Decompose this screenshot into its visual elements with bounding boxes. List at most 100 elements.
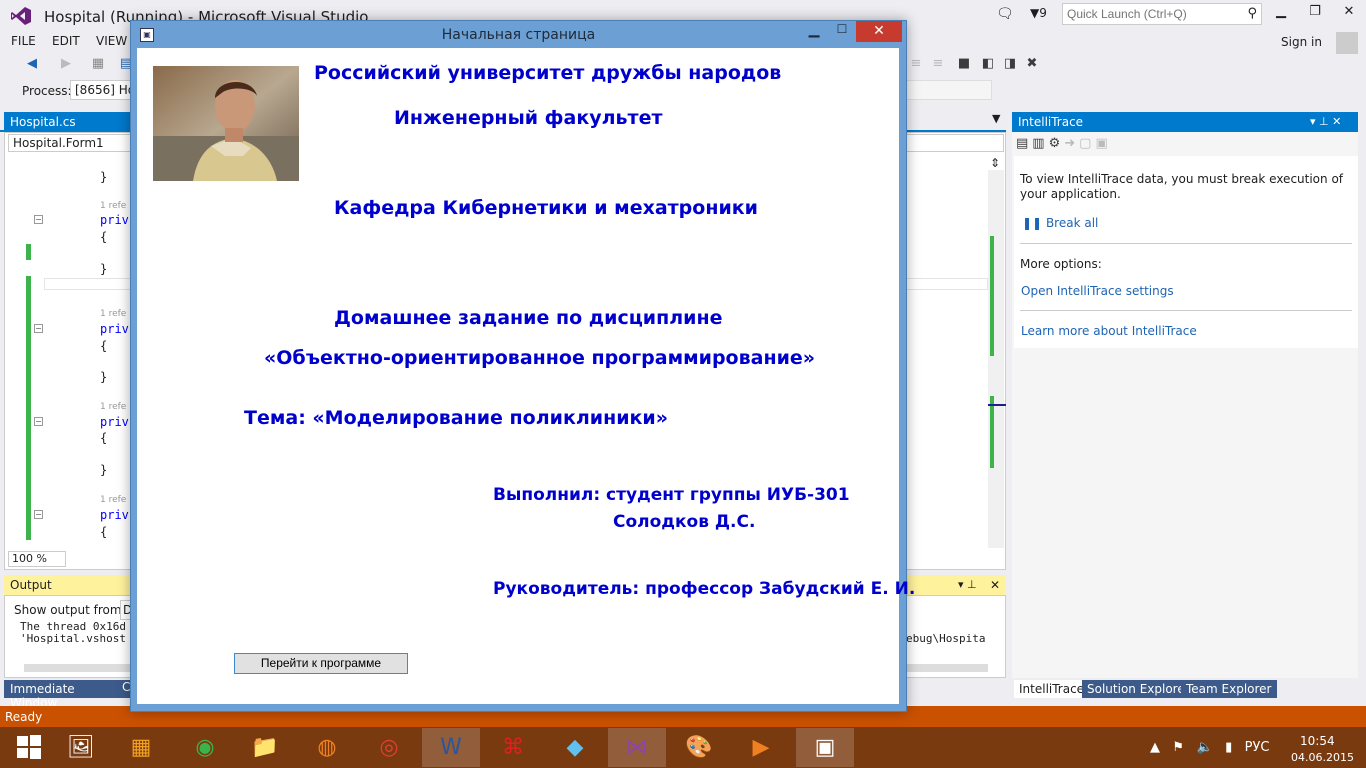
windows-logo-icon	[17, 735, 41, 759]
tab-solution-explorer[interactable]: Solution Explorer	[1082, 680, 1195, 698]
tab-hospital-cs[interactable]: Hospital.cs	[4, 112, 130, 132]
collapse-icon[interactable]: −	[34, 510, 43, 519]
tab-intellitrace[interactable]: IntelliTrace	[1014, 680, 1090, 698]
student-photo	[153, 66, 299, 181]
menu-file[interactable]: FILE	[11, 34, 36, 48]
intellitrace-toolbar: ▤▥⚙➜▢▣	[1016, 136, 1112, 151]
menu-edit[interactable]: EDIT	[52, 34, 80, 48]
taskbar-visual-studio-icon[interactable]: ⋈	[608, 728, 666, 767]
learn-more-link[interactable]: Learn more about IntelliTrace	[1021, 324, 1197, 338]
clock-date[interactable]: 04.06.2015	[1291, 751, 1354, 764]
quick-launch-box[interactable]: ⚲	[1062, 3, 1262, 25]
tab-team-explorer[interactable]: Team Explorer	[1181, 680, 1277, 698]
restore-button[interactable]: ❐	[1302, 4, 1328, 24]
save-icon[interactable]: ▣	[1095, 136, 1111, 151]
taskbar-explorer-icon[interactable]: 📁	[236, 728, 294, 767]
output-close-icon[interactable]: ✕	[990, 578, 1000, 592]
code-reference-count[interactable]: 1 refe	[100, 201, 126, 211]
split-editor-icon[interactable]: ⇕	[990, 156, 1000, 170]
collapse-icon[interactable]: −	[34, 324, 43, 333]
member-navigation-combo[interactable]	[906, 134, 1004, 152]
flag-icon[interactable]: ⚑	[1172, 740, 1184, 755]
next-bookmark-icon[interactable]: ◨	[1002, 56, 1018, 72]
taskbar-chrome-icon[interactable]: ◎	[360, 728, 418, 767]
code-brace: {	[100, 339, 108, 353]
code-reference-count[interactable]: 1 refe	[100, 309, 126, 319]
collapse-icon[interactable]: −	[34, 215, 43, 224]
system-tray: ▲ ⚑ 🔈 ▮ РУС	[1150, 740, 1269, 755]
status-text: Ready	[5, 710, 43, 724]
code-private-keyword: priv	[100, 213, 129, 227]
taskbar-paint-icon[interactable]: 🎨	[670, 728, 728, 767]
menu-view[interactable]: VIEW	[96, 34, 127, 48]
scrollbar-change-marker	[990, 236, 994, 356]
clear-bookmarks-icon[interactable]: ✖	[1024, 56, 1040, 72]
form-maximize-button[interactable]: ☐	[828, 22, 856, 42]
taskbar-photos-icon[interactable]: 🖼	[52, 728, 110, 767]
more-options-label: More options:	[1020, 257, 1102, 271]
go-to-program-button[interactable]: Перейти к программе	[234, 653, 408, 674]
taskbar-utorrent-icon[interactable]: ◉	[176, 728, 234, 767]
discipline-heading: «Объектно-ориентированное программирован…	[264, 347, 816, 369]
output-line: ebug\Hospita	[906, 632, 986, 645]
calls-view-icon[interactable]: ▥	[1032, 136, 1048, 151]
code-private-keyword: priv	[100, 415, 129, 429]
close-button[interactable]: ✕	[1336, 4, 1362, 24]
break-all-link[interactable]: ❚❚ Break all	[1022, 216, 1098, 230]
code-reference-count[interactable]: 1 refe	[100, 495, 126, 505]
homework-heading: Домашнее задание по дисциплине	[334, 307, 723, 329]
collapse-icon[interactable]: −	[34, 417, 43, 426]
taskbar-acrobat-icon[interactable]: ⌘	[484, 728, 542, 767]
code-brace: {	[100, 525, 108, 539]
network-icon[interactable]: ▮	[1225, 740, 1232, 755]
show-hidden-icons[interactable]: ▲	[1150, 740, 1160, 755]
forward-icon[interactable]: ▶	[58, 56, 74, 72]
code-reference-count[interactable]: 1 refe	[100, 402, 126, 412]
taskbar-word-icon[interactable]: W	[422, 728, 480, 767]
forward-icon[interactable]: ➜	[1064, 136, 1079, 151]
tab-overflow-icon[interactable]: ▼	[992, 112, 1000, 125]
minimize-button[interactable]: ▁	[1268, 4, 1294, 24]
bookmark-icon[interactable]: ■	[956, 56, 972, 72]
form-minimize-button[interactable]: ▁	[800, 22, 828, 42]
taskbar-app-icon[interactable]: ▦	[112, 728, 170, 767]
notifications-filter[interactable]: ▼9	[1030, 6, 1047, 20]
volume-icon[interactable]: 🔈	[1196, 740, 1212, 755]
quick-launch-input[interactable]	[1063, 4, 1239, 24]
output-pin-icon[interactable]: ▾ ⊥	[958, 578, 977, 591]
form-close-button[interactable]: ✕	[856, 21, 902, 42]
editor-vertical-scrollbar[interactable]	[988, 170, 1004, 548]
notification-icon[interactable]: 🗨	[996, 6, 1014, 22]
taskbar-hospital-app-icon[interactable]: ▣	[796, 728, 854, 767]
tab-immediate-window[interactable]: Immediate Window	[4, 680, 122, 710]
taskbar-app-icon[interactable]: ◆	[546, 728, 604, 767]
class-navigation-combo[interactable]: Hospital.Form1	[8, 134, 132, 152]
clock-time[interactable]: 10:54	[1300, 734, 1335, 748]
process-combo[interactable]: [8656] Hospital	[70, 80, 132, 100]
scrollbar-change-marker	[990, 396, 994, 468]
open-file-icon[interactable]: ▢	[1079, 136, 1095, 151]
new-project-icon[interactable]: ▦	[90, 56, 106, 72]
user-avatar[interactable]	[1336, 32, 1358, 54]
zoom-combo[interactable]: 100 %	[8, 551, 66, 567]
notification-count: 9	[1039, 6, 1047, 20]
toolbar-icon-b[interactable]: ≡	[930, 56, 946, 72]
intellitrace-header: IntelliTrace	[1012, 112, 1358, 132]
sign-in-link[interactable]: Sign in	[1281, 35, 1322, 49]
prev-bookmark-icon[interactable]: ◧	[980, 56, 996, 72]
taskbar-media-icon[interactable]: ▶	[732, 728, 790, 767]
output-title: Output	[10, 578, 52, 592]
language-indicator[interactable]: РУС	[1245, 740, 1270, 755]
open-intellitrace-settings-link[interactable]: Open IntelliTrace settings	[1021, 284, 1174, 298]
start-button[interactable]	[0, 728, 58, 767]
toolbar-icon-a[interactable]: ≡	[908, 56, 924, 72]
taskbar-firefox-icon[interactable]: ◍	[298, 728, 356, 767]
intellitrace-pin-icon[interactable]: ▾ ⊥ ✕	[1310, 115, 1341, 128]
back-icon[interactable]: ◀	[24, 56, 40, 72]
settings-icon[interactable]: ⚙	[1049, 136, 1065, 151]
supervisor-label: Руководитель: профессор Забудский Е. И.	[493, 579, 916, 599]
search-icon[interactable]: ⚲	[1247, 6, 1257, 21]
events-view-icon[interactable]: ▤	[1016, 136, 1032, 151]
change-bar	[26, 276, 31, 540]
stack-frame-combo[interactable]	[906, 80, 992, 100]
